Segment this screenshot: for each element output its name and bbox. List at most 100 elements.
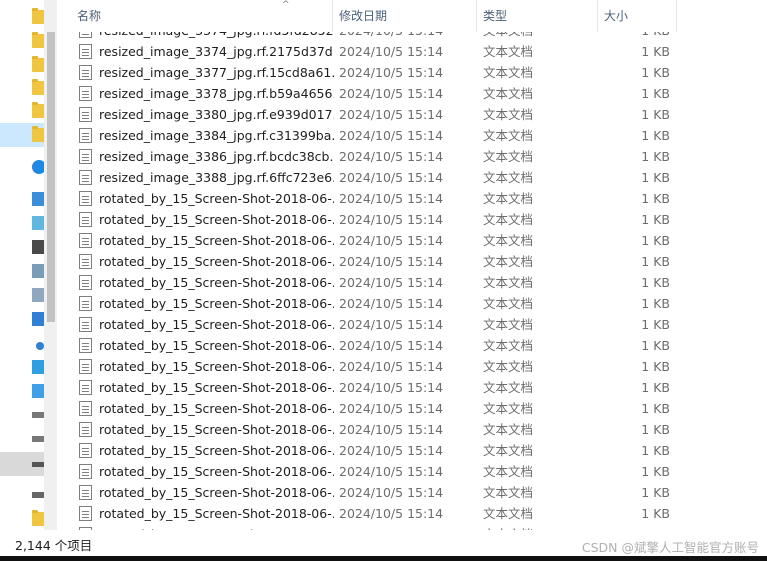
drive-icon[interactable]: [32, 412, 44, 418]
file-name: resized_image_3380_jpg.rf.e939d017...: [99, 107, 334, 122]
text-document-icon: [79, 338, 92, 353]
file-row[interactable]: rotated_by_15_Screen-Shot-2018-06-... 202…: [57, 209, 767, 230]
nav-scroll-thumb[interactable]: [47, 32, 55, 322]
file-size: 1 KB: [641, 380, 670, 395]
file-name: rotated_by_15_Screen-Shot-2018-06-...: [99, 317, 334, 332]
file-row[interactable]: resized_image_3384_jpg.rf.c31399ba... 202…: [57, 125, 767, 146]
text-document-icon: [79, 443, 92, 458]
file-row[interactable]: rotated_by_15_Screen-Shot-2018-06-... 202…: [57, 335, 767, 356]
file-type: 文本文档: [483, 65, 534, 80]
text-document-icon: [79, 212, 92, 227]
file-row[interactable]: resized_image_3386_jpg.rf.bcdc38cb... 202…: [57, 146, 767, 167]
file-row[interactable]: rotated_by_15_Screen-Shot-2018-06-... 202…: [57, 314, 767, 335]
file-row[interactable]: rotated_by_15_Screen-Shot-2018-06-... 202…: [57, 251, 767, 272]
file-row[interactable]: rotated_by_15_Screen-Shot-2018-06-... 202…: [57, 482, 767, 503]
documents-icon[interactable]: [32, 288, 44, 302]
folder-icon[interactable]: [32, 56, 44, 72]
file-row[interactable]: rotated_by_15_Screen-Shot-2018-06-... 202…: [57, 272, 767, 293]
folder-icon[interactable]: [32, 79, 44, 95]
folder-icon[interactable]: [32, 8, 44, 24]
file-type: 文本文档: [483, 485, 534, 500]
watermark: CSDN @斌擎人工智能官方账号: [581, 540, 759, 555]
file-name: rotated_by_15_Screen-Shot-2018-06-...: [99, 443, 334, 458]
file-row[interactable]: rotated_by_15_Screen-Shot-2018-06-... 202…: [57, 293, 767, 314]
this-pc-icon[interactable]: [32, 192, 44, 206]
file-modified-date: 2024/10/5 15:14: [339, 296, 444, 311]
file-row[interactable]: resized_image_3380_jpg.rf.e939d017... 202…: [57, 104, 767, 125]
file-type: 文本文档: [483, 254, 534, 269]
file-row[interactable]: resized_image_3374_jpg.rf.fd5fd2852c... 2…: [57, 32, 767, 41]
file-type: 文本文档: [483, 275, 534, 290]
file-modified-date: 2024/10/5 15:14: [339, 86, 444, 101]
videos-icon[interactable]: [32, 240, 44, 254]
folder-icon[interactable]: [32, 126, 44, 142]
file-modified-date: 2024/10/5 15:14: [339, 464, 444, 479]
file-type: 文本文档: [483, 422, 534, 437]
column-header-date[interactable]: 修改日期: [333, 0, 477, 32]
desktop-icon[interactable]: [32, 360, 44, 374]
file-row[interactable]: rotated_by_15_Screen-Shot-2018-06-... 202…: [57, 503, 767, 524]
file-row[interactable]: rotated_by_15_Screen-Shot-2018-06-... 202…: [57, 461, 767, 482]
file-row[interactable]: rotated_by_15_Screen-Shot-2018-06-... 202…: [57, 188, 767, 209]
file-type: 文本文档: [483, 443, 534, 458]
3d-objects-icon[interactable]: [32, 216, 44, 230]
file-size: 1 KB: [602, 32, 670, 41]
file-row[interactable]: rotated_by_15_Screen-Shot-2018-06-... 202…: [57, 356, 767, 377]
file-row[interactable]: resized_image_3377_jpg.rf.15cd8a61... 202…: [57, 62, 767, 83]
text-document-icon: [79, 359, 92, 374]
network-drive-icon[interactable]: [32, 492, 44, 498]
file-modified-date: 2024/10/5 15:14: [339, 485, 444, 500]
file-row[interactable]: resized_image_3388_jpg.rf.6ffc723e6... 20…: [57, 167, 767, 188]
file-type: 文本文档: [483, 128, 534, 143]
file-modified-date: 2024/10/5 15:14: [339, 212, 444, 227]
file-row[interactable]: rotated_by_15_Screen-Shot-2018-06-... 202…: [57, 377, 767, 398]
file-size: 1 KB: [641, 296, 670, 311]
file-name: rotated_by_15_Screen-Shot-2018-06-...: [99, 296, 334, 311]
pictures-icon[interactable]: [32, 264, 44, 278]
file-row[interactable]: resized_image_3378_jpg.rf.b59a4656... 202…: [57, 83, 767, 104]
file-type: 文本文档: [483, 380, 534, 395]
file-list[interactable]: resized_image_3374_jpg.rf.fd5fd2852c... 2…: [57, 32, 767, 530]
folder-icon[interactable]: [32, 32, 44, 48]
file-modified-date: 2024/10/5 15:14: [339, 443, 444, 458]
drive-icon[interactable]: [32, 462, 44, 467]
file-modified-date: 2024/10/5 15:14: [339, 338, 444, 353]
file-name: rotated_by_15_Screen-Shot-2018-06-...: [99, 464, 334, 479]
file-row[interactable]: rotated_by_15_Screen-Shot-2018-06-... 202…: [57, 419, 767, 440]
windows-drive-icon[interactable]: [32, 384, 44, 398]
text-document-icon: [79, 317, 92, 332]
item-count: 2,144 个项目: [15, 538, 93, 553]
file-modified-date: 2024/10/5 15:14: [339, 65, 444, 80]
file-modified-date: 2024/10/5 15:14: [339, 401, 444, 416]
downloads-icon[interactable]: [32, 312, 44, 326]
column-header-type[interactable]: 类型: [477, 0, 598, 32]
file-row[interactable]: rotated_by_15_Screen-Shot-2018-06-... 202…: [57, 440, 767, 461]
file-name: rotated_by_15_Screen-Shot-2018-06-...: [99, 380, 334, 395]
file-size: 1 KB: [641, 317, 670, 332]
file-name: resized_image_3384_jpg.rf.c31399ba...: [99, 128, 334, 143]
file-size: 1 KB: [641, 44, 670, 59]
file-size: 1 KB: [641, 338, 670, 353]
file-name: rotated_by_15_Screen-Shot-2018-06-...: [99, 506, 334, 521]
file-size: 1 KB: [641, 86, 670, 101]
file-row[interactable]: resized_image_3374_jpg.rf.2175d37d... 202…: [57, 41, 767, 62]
text-document-icon: [79, 65, 92, 80]
drive-icon[interactable]: [32, 436, 44, 442]
folder-icon[interactable]: [32, 510, 44, 526]
file-size: 1 KB: [641, 422, 670, 437]
file-type: 文本文档: [483, 359, 534, 374]
onedrive-cloud-icon[interactable]: [32, 160, 44, 174]
file-row[interactable]: rotated_by_15_Screen-Shot-2018-06-... 202…: [57, 398, 767, 419]
column-header-size[interactable]: 大小: [598, 0, 677, 32]
navigation-pane[interactable]: [0, 0, 44, 530]
music-icon[interactable]: [36, 342, 44, 350]
file-size: 1 KB: [641, 107, 670, 122]
text-document-icon: [79, 380, 92, 395]
file-modified-date: 2024/10/5 15:14: [339, 359, 444, 374]
text-document-icon: [79, 485, 92, 500]
folder-icon[interactable]: [32, 102, 44, 118]
column-header-name[interactable]: 名称: [71, 0, 333, 32]
file-row[interactable]: rotated_by_15_Screen-Shot-2018-06-... 202…: [57, 230, 767, 251]
file-size: 1 KB: [641, 254, 670, 269]
text-document-icon: [79, 170, 92, 185]
